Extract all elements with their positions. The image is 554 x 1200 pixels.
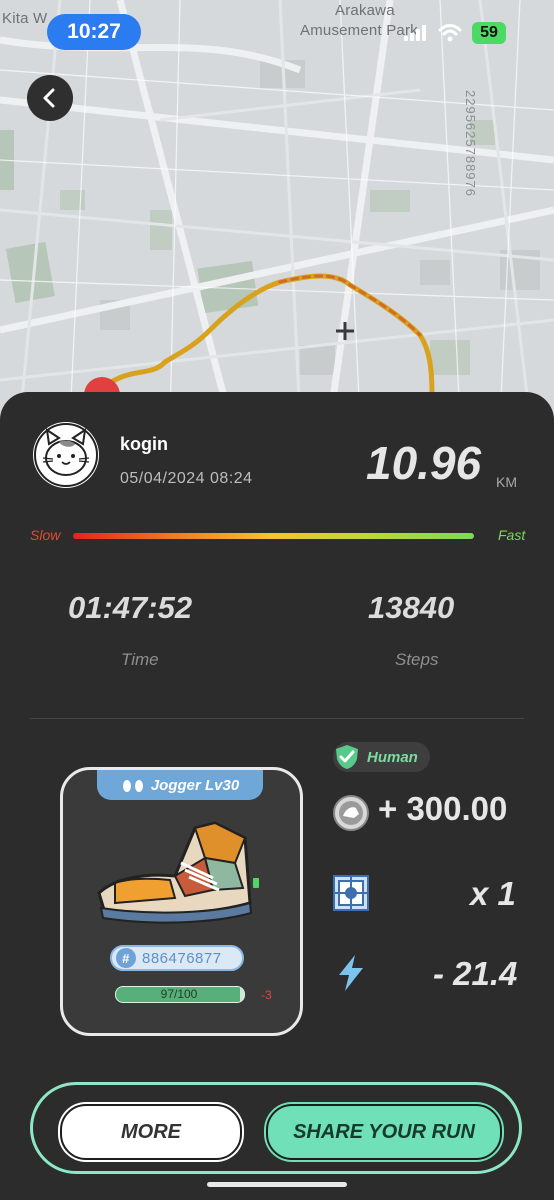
steps-value: 13840 <box>368 590 455 625</box>
chevron-left-icon <box>43 88 55 108</box>
route-map[interactable]: Kita W Arakawa Amusement Park 2295625788… <box>0 0 554 420</box>
box-count: x 1 <box>470 875 516 912</box>
avatar[interactable] <box>33 422 99 488</box>
status-time: 10:27 <box>47 14 141 50</box>
map-label-amusement-park: Amusement Park <box>300 22 418 39</box>
username: kogin <box>120 434 168 454</box>
divider <box>30 718 524 719</box>
sneaker-card[interactable]: Jogger Lv30 # 886476877 97/100 -3 <box>60 767 303 1036</box>
sneaker-level: Jogger Lv30 <box>150 776 240 794</box>
map-label-kita: Kita W <box>2 10 48 27</box>
map-canvas <box>0 0 554 420</box>
sneaker-id: 886476877 <box>142 949 222 967</box>
human-badge-label: Human <box>367 748 418 766</box>
speed-fast-label: Fast <box>498 527 526 543</box>
durability-text: 97/100 <box>160 987 198 1001</box>
run-distance: 10.96 <box>366 437 482 489</box>
distance-unit: KM <box>496 474 517 490</box>
lightning-icon <box>339 955 363 991</box>
status-icons: 59 <box>404 22 506 44</box>
gst-earned: + 300.00 <box>378 790 508 827</box>
battery-indicator: 59 <box>472 22 506 44</box>
watermark-id: 2295625788976 <box>463 90 478 197</box>
speed-gradient-bar <box>73 533 474 539</box>
map-label-arakawa: Arakawa <box>335 2 395 19</box>
signal-icon <box>404 25 426 41</box>
sneaker-id-badge: # 886476877 <box>110 945 244 971</box>
time-value: 01:47:52 <box>68 590 193 625</box>
gst-token-icon <box>333 795 369 831</box>
speed-slow-label: Slow <box>30 527 61 543</box>
time-label: Time <box>121 650 159 669</box>
wifi-icon <box>438 24 462 42</box>
mystery-box-icon <box>333 875 369 911</box>
energy-spent: - 21.4 <box>433 955 518 992</box>
sneaker-level-banner: Jogger Lv30 <box>97 770 263 800</box>
footprints-icon <box>122 780 143 792</box>
back-button[interactable] <box>27 75 73 121</box>
run-datetime: 05/04/2024 08:24 <box>120 470 253 487</box>
share-run-button[interactable]: SHARE YOUR RUN <box>266 1104 502 1160</box>
hash-icon: # <box>116 948 136 968</box>
sneaker-icon <box>97 821 259 924</box>
durability-delta: -3 <box>261 988 272 1002</box>
cat-avatar-icon <box>34 423 98 487</box>
more-button[interactable]: MORE <box>60 1104 242 1160</box>
home-indicator <box>207 1182 347 1187</box>
steps-label: Steps <box>395 650 439 669</box>
human-verified-badge: Human <box>333 742 430 772</box>
shield-check-icon <box>336 745 358 769</box>
run-summary-card: kogin 05/04/2024 08:24 10.96 KM Slow Fas… <box>0 392 554 1200</box>
